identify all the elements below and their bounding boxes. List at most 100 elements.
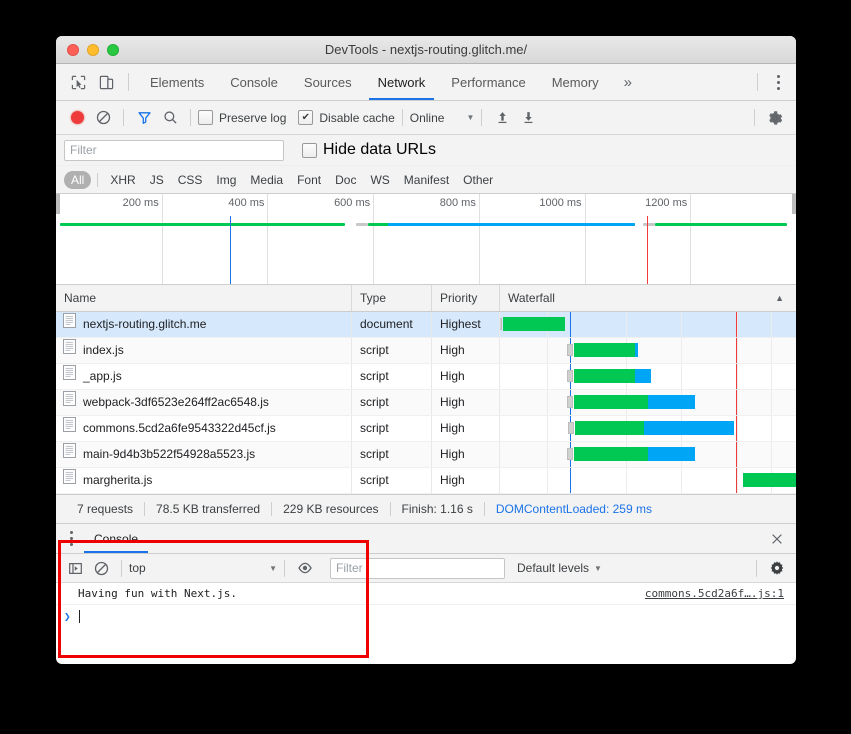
console-message-source-link[interactable]: commons.5cd2a6f….js:1	[645, 587, 784, 600]
clear-icon[interactable]	[90, 105, 116, 131]
cell-priority: High	[432, 416, 500, 441]
clear-console-icon[interactable]	[88, 555, 114, 581]
console-prompt[interactable]: ❯	[56, 605, 796, 627]
panel-tabs: Elements Console Sources Network Perform…	[137, 64, 644, 100]
cell-waterfall	[500, 364, 796, 389]
filter-funnel-icon[interactable]	[131, 105, 157, 131]
preserve-log-checkbox[interactable]: Preserve log	[198, 110, 286, 125]
throttling-value: Online	[410, 111, 445, 125]
import-har-icon[interactable]	[489, 105, 515, 131]
overview-tick-label: 1000 ms	[539, 197, 581, 209]
table-row[interactable]: _app.jsscriptHigh	[56, 364, 796, 390]
type-filter-xhr[interactable]: XHR	[104, 171, 141, 189]
record-stop-icon[interactable]	[64, 105, 90, 131]
device-toolbar-icon[interactable]	[92, 68, 120, 96]
table-row[interactable]: nextjs-routing.glitch.medocumentHighest	[56, 312, 796, 338]
maximize-window-button[interactable]	[107, 44, 119, 56]
filter-input[interactable]	[64, 140, 284, 161]
type-filter-all[interactable]: All	[64, 171, 91, 189]
cell-name: main-9d4b3b522f54928a5523.js	[56, 442, 352, 467]
table-row[interactable]: index.jsscriptHigh	[56, 338, 796, 364]
prompt-chevron-icon: ❯	[64, 610, 71, 623]
waterfall-gridline	[547, 364, 548, 389]
document-icon	[63, 364, 76, 389]
tab-sources[interactable]: Sources	[291, 64, 365, 100]
type-filter-css[interactable]: CSS	[172, 171, 209, 189]
cell-type: script	[352, 468, 432, 493]
waterfall-bar-segment	[574, 369, 635, 383]
cell-type: script	[352, 338, 432, 363]
waterfall-bar-segment	[574, 343, 635, 357]
tab-memory[interactable]: Memory	[539, 64, 612, 100]
cell-priority: High	[432, 338, 500, 363]
type-filter-doc[interactable]: Doc	[329, 171, 362, 189]
tab-network[interactable]: Network	[365, 64, 439, 100]
console-log-levels-select[interactable]: Default levels ▼	[517, 561, 602, 575]
hide-data-urls-box	[302, 143, 317, 158]
console-toolbar-divider-1	[121, 560, 122, 577]
summary-finish: Finish: 1.16 s	[391, 502, 484, 516]
type-filter-ws[interactable]: WS	[364, 171, 395, 189]
column-header-priority[interactable]: Priority	[432, 285, 500, 311]
waterfall-queue-stub	[567, 370, 573, 382]
table-row[interactable]: webpack-3df6523e264ff2ac6548.jsscriptHig…	[56, 390, 796, 416]
tab-console[interactable]: Console	[217, 64, 291, 100]
tab-performance[interactable]: Performance	[438, 64, 538, 100]
toolbar-divider-3	[402, 109, 403, 126]
column-header-waterfall[interactable]: Waterfall ▲	[500, 285, 796, 311]
more-vertical-icon-drawer[interactable]	[60, 527, 82, 551]
live-expression-eye-icon[interactable]	[292, 555, 318, 581]
cell-name: commons.5cd2a6fe9543322d45cf.js	[56, 416, 352, 441]
overview-left-handle[interactable]	[56, 194, 60, 214]
type-filter-manifest[interactable]: Manifest	[398, 171, 455, 189]
console-message-row[interactable]: Having fun with Next.js. commons.5cd2a6f…	[56, 583, 796, 605]
more-vertical-icon[interactable]	[766, 70, 790, 94]
hide-data-urls-checkbox[interactable]: Hide data URLs	[302, 141, 436, 159]
cell-waterfall	[500, 442, 796, 467]
console-sidebar-icon[interactable]	[62, 555, 88, 581]
minimize-window-button[interactable]	[87, 44, 99, 56]
overview-right-handle[interactable]	[792, 194, 796, 214]
column-header-type[interactable]: Type	[352, 285, 432, 311]
inspect-cursor-icon[interactable]	[64, 68, 92, 96]
type-filter-media[interactable]: Media	[244, 171, 289, 189]
console-toolbar-divider-3	[756, 560, 757, 577]
close-icon[interactable]	[768, 530, 786, 548]
overview-tick-label: 400 ms	[228, 197, 264, 209]
search-icon[interactable]	[157, 105, 183, 131]
table-row[interactable]: main-9d4b3b522f54928a5523.jsscriptHigh	[56, 442, 796, 468]
waterfall-bar-segment	[635, 343, 639, 357]
chevron-down-icon-context: ▼	[269, 564, 277, 573]
table-row[interactable]: commons.5cd2a6fe9543322d45cf.jsscriptHig…	[56, 416, 796, 442]
gear-icon-console[interactable]	[764, 555, 790, 581]
more-tabs-button[interactable]: »	[612, 64, 644, 100]
type-filter-js[interactable]: JS	[144, 171, 170, 189]
chevron-down-icon-levels: ▼	[594, 564, 602, 573]
tab-network-label: Network	[378, 75, 426, 90]
throttling-select[interactable]: Online ▼	[410, 111, 475, 125]
export-har-icon[interactable]	[515, 105, 541, 131]
toolbar-divider-5	[754, 109, 755, 126]
disable-cache-checkbox[interactable]: Disable cache	[298, 110, 394, 125]
waterfall-bar	[503, 317, 565, 331]
column-header-name[interactable]: Name	[56, 285, 352, 311]
toolbar-divider-2	[190, 109, 191, 126]
prompt-text-caret	[79, 610, 80, 623]
network-overview-timeline[interactable]: 200 ms400 ms600 ms800 ms1000 ms1200 ms	[56, 194, 796, 285]
type-filter-font[interactable]: Font	[291, 171, 327, 189]
tab-elements[interactable]: Elements	[137, 64, 217, 100]
document-icon	[63, 442, 76, 467]
tab-console-drawer[interactable]: Console	[82, 524, 150, 553]
gear-icon[interactable]	[762, 105, 788, 131]
cell-priority: High	[432, 442, 500, 467]
type-filter-other[interactable]: Other	[457, 171, 499, 189]
table-row[interactable]: margherita.jsscriptHigh	[56, 468, 796, 494]
type-filter-divider	[97, 173, 98, 187]
type-filter-img[interactable]: Img	[210, 171, 242, 189]
waterfall-gridline	[771, 390, 772, 415]
console-filter-input[interactable]	[330, 558, 505, 579]
tabbar-divider	[128, 73, 129, 91]
execution-context-select[interactable]: top ▼	[129, 561, 277, 575]
tabbar-divider-right	[757, 73, 758, 91]
close-window-button[interactable]	[67, 44, 79, 56]
